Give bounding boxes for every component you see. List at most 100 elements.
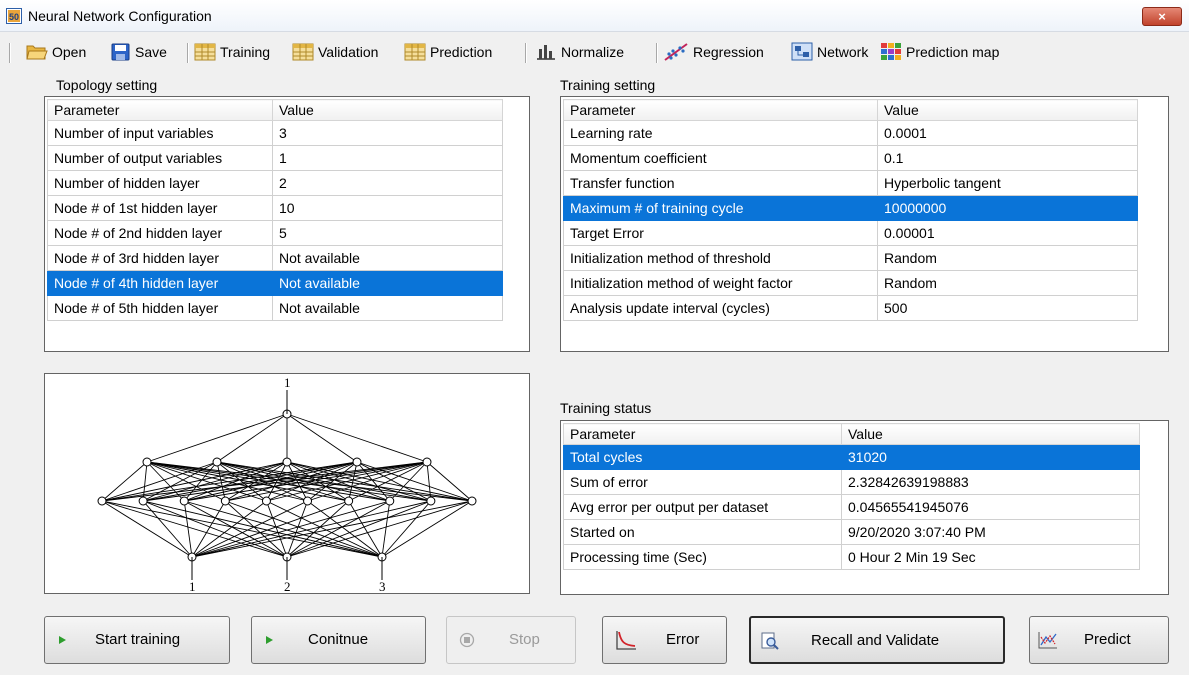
table-row[interactable]: Node # of 5th hidden layer Not available — [47, 295, 503, 321]
table-row[interactable]: Analysis update interval (cycles) 500 — [563, 295, 1138, 321]
table-row[interactable]: Target Error 0.00001 — [563, 220, 1138, 246]
training-status-grid[interactable]: Parameter Value Total cycles 31020 Sum of… — [560, 420, 1169, 595]
prediction-data-button[interactable]: Prediction — [404, 40, 492, 64]
title-bar: 50 Neural Network Configuration × — [0, 0, 1189, 32]
network-node — [179, 496, 189, 506]
cell-parameter: Node # of 2nd hidden layer — [47, 220, 273, 246]
regression-button[interactable]: Regression — [663, 40, 764, 64]
cell-value[interactable]: 500 — [877, 295, 1138, 321]
network-connection — [142, 500, 193, 558]
table-row[interactable]: Transfer function Hyperbolic tangent — [563, 170, 1138, 196]
table-row[interactable]: Started on 9/20/2020 3:07:40 PM — [563, 519, 1140, 545]
table-row[interactable]: Processing time (Sec) 0 Hour 2 Min 19 Sec — [563, 544, 1140, 570]
training-setting-table: Parameter Value Learning rate 0.0001 Mome… — [563, 99, 1138, 321]
table-row-selected[interactable]: Total cycles 31020 — [563, 444, 1140, 470]
topology-grid[interactable]: Parameter Value Number of input variable… — [44, 96, 530, 352]
table-row[interactable]: Learning rate 0.0001 — [563, 120, 1138, 146]
table-row[interactable]: Number of output variables 1 — [47, 145, 503, 171]
toolbar-separator — [187, 43, 188, 63]
cell-parameter: Number of hidden layer — [47, 170, 273, 196]
window-title: Neural Network Configuration — [28, 8, 212, 24]
regression-icon — [664, 43, 688, 61]
column-header-parameter[interactable]: Parameter — [563, 99, 878, 121]
column-header-value[interactable]: Value — [272, 99, 503, 121]
cell-parameter: Total cycles — [563, 444, 842, 470]
network-connection — [286, 500, 473, 558]
network-diagram: 1 2 3 1 — [97, 375, 477, 594]
open-button[interactable]: Open — [26, 40, 86, 64]
cell-value[interactable]: 31020 — [841, 444, 1140, 470]
cell-value[interactable]: 10000000 — [877, 195, 1138, 221]
cell-parameter: Learning rate — [563, 120, 878, 146]
cell-value[interactable]: Hyperbolic tangent — [877, 170, 1138, 196]
stop-button[interactable]: Stop — [446, 616, 576, 664]
output-node-label: 1 — [284, 375, 291, 390]
table-row[interactable]: Initialization method of weight factor Ra… — [563, 270, 1138, 296]
cell-value[interactable]: Not available — [272, 295, 503, 321]
table-row[interactable]: Node # of 1st hidden layer 10 — [47, 195, 503, 221]
cell-value[interactable]: Random — [877, 270, 1138, 296]
recall-and-validate-label: Recall and Validate — [811, 632, 940, 649]
table-row[interactable]: Momentum coefficient 0.1 — [563, 145, 1138, 171]
column-header-value[interactable]: Value — [841, 423, 1140, 445]
cell-parameter: Initialization method of threshold — [563, 245, 878, 271]
scatter-chart-icon — [1038, 632, 1057, 649]
svg-text:50: 50 — [9, 12, 19, 22]
table-row-selected[interactable]: Maximum # of training cycle 10000000 — [563, 195, 1138, 221]
cell-value[interactable]: 0.00001 — [877, 220, 1138, 246]
column-header-parameter[interactable]: Parameter — [563, 423, 842, 445]
network-node — [282, 457, 292, 467]
cell-value[interactable]: 1 — [272, 145, 503, 171]
table-row-selected[interactable]: Node # of 4th hidden layer Not available — [47, 270, 503, 296]
toolbar: Open Save Training Validation Prediction… — [0, 32, 1189, 72]
cell-value[interactable]: 5 — [272, 220, 503, 246]
cell-value[interactable]: 0.1 — [877, 145, 1138, 171]
predict-button[interactable]: Predict — [1029, 616, 1169, 664]
color-grid-icon — [881, 43, 901, 60]
toolbar-grip — [9, 43, 10, 63]
training-setting-grid[interactable]: Parameter Value Learning rate 0.0001 Mome… — [560, 96, 1169, 352]
cell-value[interactable]: 0.04565541945076 — [841, 494, 1140, 520]
prediction-map-button[interactable]: Prediction map — [880, 40, 999, 64]
table-row[interactable]: Avg error per output per dataset 0.045655… — [563, 494, 1140, 520]
table-row[interactable]: Initialization method of threshold Random — [563, 245, 1138, 271]
stop-icon — [459, 632, 475, 648]
column-header-parameter[interactable]: Parameter — [47, 99, 273, 121]
cell-value[interactable]: 3 — [272, 120, 503, 146]
start-training-button[interactable]: Start training — [44, 616, 230, 664]
error-button[interactable]: Error — [602, 616, 727, 664]
cell-value[interactable]: 0 Hour 2 Min 19 Sec — [841, 544, 1140, 570]
cell-value[interactable]: Random — [877, 245, 1138, 271]
table-row[interactable]: Node # of 2nd hidden layer 5 — [47, 220, 503, 246]
save-button[interactable]: Save — [111, 40, 167, 64]
validation-data-button[interactable]: Validation — [292, 40, 378, 64]
table-row[interactable]: Node # of 3rd hidden layer Not available — [47, 245, 503, 271]
normalize-button[interactable]: Normalize — [535, 40, 624, 64]
table-row[interactable]: Sum of error 2.32842639198883 — [563, 469, 1140, 495]
cell-value[interactable]: 10 — [272, 195, 503, 221]
cell-value[interactable]: 0.0001 — [877, 120, 1138, 146]
normalize-label: Normalize — [561, 44, 625, 60]
network-button[interactable]: Network — [791, 40, 868, 64]
play-icon — [59, 636, 66, 644]
cell-value[interactable]: Not available — [272, 270, 503, 296]
cell-parameter: Momentum coefficient — [563, 145, 878, 171]
training-data-button[interactable]: Training — [194, 40, 270, 64]
table-row[interactable]: Number of input variables 3 — [47, 120, 503, 146]
cell-value[interactable]: 2 — [272, 170, 503, 196]
recall-and-validate-button[interactable]: Recall and Validate — [749, 616, 1005, 664]
cell-value[interactable]: 2.32842639198883 — [841, 469, 1140, 495]
validation-label: Validation — [318, 44, 379, 60]
cell-value[interactable]: Not available — [272, 245, 503, 271]
table-row[interactable]: Number of hidden layer 2 — [47, 170, 503, 196]
continue-button[interactable]: Conitnue — [251, 616, 426, 664]
network-node — [142, 457, 152, 467]
network-connection — [146, 413, 288, 463]
cell-parameter: Initialization method of weight factor — [563, 270, 878, 296]
close-button[interactable]: × — [1142, 7, 1182, 26]
network-node — [220, 496, 230, 506]
training-setting-label: Training setting — [560, 77, 656, 93]
cell-value[interactable]: 9/20/2020 3:07:40 PM — [841, 519, 1140, 545]
network-connection — [381, 500, 391, 558]
column-header-value[interactable]: Value — [877, 99, 1138, 121]
